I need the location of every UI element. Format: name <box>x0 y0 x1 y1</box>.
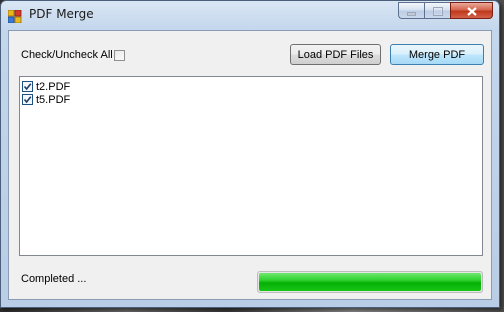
close-button[interactable] <box>450 2 493 19</box>
check-all-checkbox[interactable] <box>114 50 125 61</box>
list-item[interactable]: t2.PDF <box>22 80 70 93</box>
client-area: Check/Uncheck All Load PDF Files Merge P… <box>8 30 492 300</box>
check-all-label: Check/Uncheck All <box>21 49 113 61</box>
checkmark-icon <box>23 96 32 104</box>
item-checkbox[interactable] <box>22 81 33 92</box>
merge-pdf-button[interactable]: Merge PDF <box>390 44 484 65</box>
close-icon <box>466 1 477 20</box>
app-window: PDF Merge Check/Uncheck All Load PDF Fil <box>0 0 500 308</box>
minimize-button[interactable] <box>398 2 424 19</box>
app-icon <box>7 8 22 24</box>
status-text: Completed ... <box>21 273 87 285</box>
window-title: PDF Merge <box>29 7 94 21</box>
load-pdf-files-button[interactable]: Load PDF Files <box>290 44 381 65</box>
progress-bar <box>257 271 483 293</box>
title-bar[interactable]: PDF Merge <box>1 1 499 27</box>
list-item[interactable]: t5.PDF <box>22 93 70 106</box>
maximize-icon <box>432 1 443 20</box>
item-checkbox[interactable] <box>22 94 33 105</box>
checkmark-icon <box>23 83 32 91</box>
minimize-icon <box>406 1 417 20</box>
file-name: t5.PDF <box>36 93 71 106</box>
file-name: t2.PDF <box>36 80 71 93</box>
progress-fill <box>259 273 481 291</box>
file-list[interactable]: t2.PDF t5.PDF <box>19 76 483 256</box>
caption-buttons <box>398 2 493 20</box>
maximize-button[interactable] <box>424 2 450 19</box>
